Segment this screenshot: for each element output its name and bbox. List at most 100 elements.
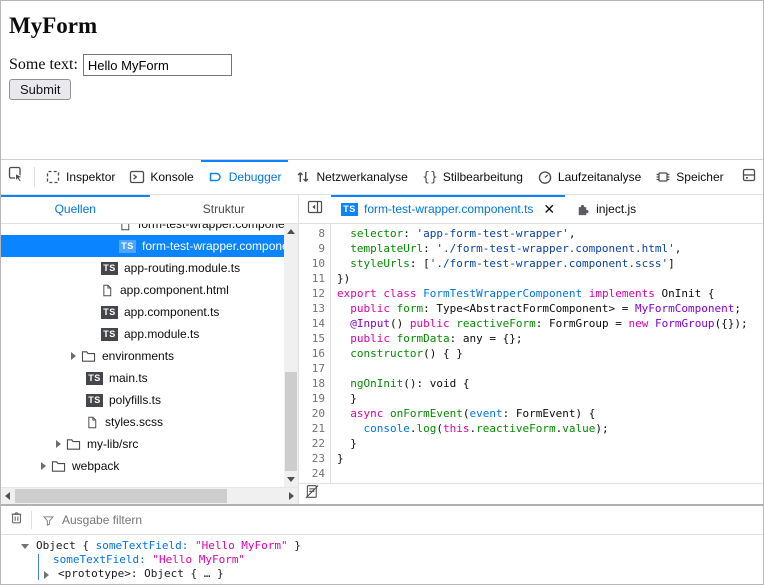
tree-horizontal-scrollbar[interactable] <box>1 487 298 504</box>
panel-tab-quellen[interactable]: Quellen <box>1 195 150 223</box>
line-number[interactable]: 10 <box>299 256 325 271</box>
editor-tab-inject-js[interactable]: inject.js <box>565 195 646 223</box>
code-line[interactable]: public formData: any = {}; <box>337 331 763 346</box>
tree-item-label: app-routing.module.ts <box>124 261 240 275</box>
toolbar-tab-netzwerkanalyse[interactable]: Netzwerkanalyse <box>288 160 414 194</box>
console-token: someTextField: <box>96 539 195 552</box>
submit-button[interactable]: Submit <box>9 79 71 100</box>
tree-item-styles-scss[interactable]: styles.scss <box>1 411 298 433</box>
code-line[interactable]: } <box>337 436 763 451</box>
code-token: FormGroup <box>655 317 715 330</box>
line-number[interactable]: 18 <box>299 376 325 391</box>
code-line[interactable]: @Input() public reactiveForm: FormGroup … <box>337 316 763 331</box>
tree-item-polyfills-ts[interactable]: TSpolyfills.ts <box>1 389 298 411</box>
code-line[interactable]: export class FormTestWrapperComponent im… <box>337 286 763 301</box>
chevron-down-icon[interactable] <box>21 544 29 549</box>
close-tab-icon[interactable]: ✕ <box>543 202 555 216</box>
line-number[interactable]: 24 <box>299 466 325 481</box>
line-number[interactable]: 15 <box>299 331 325 346</box>
tree-item-form-test-wrapper-component-ts[interactable]: TSform-test-wrapper.component.ts <box>1 235 298 257</box>
code-line[interactable]: }) <box>337 271 763 286</box>
tree-item-app-routing-module-ts[interactable]: TSapp-routing.module.ts <box>1 257 298 279</box>
console-output: Object { someTextField: "Hello MyForm" }… <box>1 535 763 584</box>
line-number[interactable]: 14 <box>299 316 325 331</box>
line-number[interactable]: 20 <box>299 406 325 421</box>
console-clear-button[interactable] <box>1 510 31 530</box>
chevron-right-icon[interactable] <box>56 440 61 448</box>
code-line[interactable]: ngOnInit(): void { <box>337 376 763 391</box>
tree-item-app-component-ts[interactable]: TSapp.component.ts <box>1 301 298 323</box>
scroll-down-arrow-icon[interactable] <box>287 477 295 482</box>
tree-item-label: form-test-wrapper.component.ts <box>142 239 298 253</box>
line-number[interactable]: 9 <box>299 241 325 256</box>
code-line[interactable]: async onFormEvent(event: FormEvent) { <box>337 406 763 421</box>
console-log-row[interactable]: someTextField: "Hello MyForm" <box>1 553 763 567</box>
line-number[interactable]: 17 <box>299 361 325 376</box>
code-line[interactable]: constructor() { } <box>337 346 763 361</box>
firefox-devtools-window: MyForm Some text: Submit InspektorKonsol… <box>0 0 764 585</box>
toolbar-tab-inspektor[interactable]: Inspektor <box>38 160 122 194</box>
line-number-gutter[interactable]: 89101112131415161718192021222324 <box>299 224 331 483</box>
code-token: constructor <box>350 347 423 360</box>
tree-item-app-component-html[interactable]: app.component.html <box>1 279 298 301</box>
editor-tab-form-test-wrapper[interactable]: TS form-test-wrapper.component.ts ✕ <box>331 195 565 223</box>
tree-item-main-ts[interactable]: TSmain.ts <box>1 367 298 389</box>
line-number[interactable]: 11 <box>299 271 325 286</box>
vertical-scrollbar-thumb[interactable] <box>285 372 297 471</box>
console-log-row[interactable]: Object { someTextField: "Hello MyForm" } <box>1 539 763 553</box>
line-number[interactable]: 23 <box>299 451 325 466</box>
code-line[interactable]: console.log(this.reactiveForm.value); <box>337 421 763 436</box>
blackbox-source-button[interactable] <box>305 484 320 504</box>
code-line[interactable]: selector: 'app-form-test-wrapper', <box>337 226 763 241</box>
tree-item-my-lib-src[interactable]: my-lib/src <box>1 433 298 455</box>
pick-element-icon <box>8 166 25 188</box>
tree-item-webpack[interactable]: webpack <box>1 455 298 477</box>
code-editor-area[interactable]: 89101112131415161718192021222324 selecto… <box>299 224 763 483</box>
pick-element-button[interactable] <box>1 160 31 194</box>
toolbar-tab-label: Inspektor <box>66 170 115 184</box>
code-token: }) <box>337 272 350 285</box>
code-token: templateUrl <box>350 242 423 255</box>
line-number[interactable]: 12 <box>299 286 325 301</box>
some-text-input[interactable] <box>83 54 232 76</box>
toolbar-tab-stilbearbeitung[interactable]: {}Stilbearbeitung <box>415 160 530 194</box>
code-line[interactable]: styleUrls: ['./form-test-wrapper.compone… <box>337 256 763 271</box>
line-number[interactable]: 8 <box>299 226 325 241</box>
line-number[interactable]: 21 <box>299 421 325 436</box>
toolbar-tab-konsole[interactable]: Konsole <box>122 160 200 194</box>
toolbar-tab-debugger[interactable]: Debugger <box>201 160 289 194</box>
console-log-row[interactable]: <prototype>: Object { … } <box>1 567 763 581</box>
horizontal-scrollbar-thumb[interactable] <box>15 489 227 503</box>
line-number[interactable]: 19 <box>299 391 325 406</box>
code-line[interactable] <box>337 466 763 481</box>
filter-funnel-icon <box>42 514 55 527</box>
code-line[interactable]: } <box>337 391 763 406</box>
line-number[interactable]: 16 <box>299 346 325 361</box>
code-token: ); <box>595 422 608 435</box>
toolbar-tab-laufzeitanalyse[interactable]: Laufzeitanalyse <box>530 160 648 194</box>
code-line[interactable]: templateUrl: './form-test-wrapper.compon… <box>337 241 763 256</box>
code-token: './form-test-wrapper.component.scss' <box>430 257 668 270</box>
chevron-right-icon[interactable] <box>71 352 76 360</box>
code-line[interactable]: public form: Type<AbstractFormComponent>… <box>337 301 763 316</box>
line-number[interactable]: 22 <box>299 436 325 451</box>
tree-item-environments[interactable]: environments <box>1 345 298 367</box>
tree-item-app-module-ts[interactable]: TSapp.module.ts <box>1 323 298 345</box>
scroll-right-arrow-icon[interactable] <box>289 492 294 500</box>
toolbar-tab-speicher[interactable]: Speicher <box>648 160 730 194</box>
code-token: public <box>350 332 390 345</box>
tree-item-form-test-wrapper-component-scss[interactable]: form-test-wrapper.component.scss <box>1 224 298 235</box>
scroll-up-arrow-icon[interactable] <box>287 229 295 234</box>
chevron-right-icon[interactable] <box>44 571 49 579</box>
tree-item-label: styles.scss <box>105 415 163 429</box>
split-panel-button[interactable] <box>741 167 757 188</box>
collapse-sources-button[interactable] <box>299 195 331 223</box>
panel-tab-struktur[interactable]: Struktur <box>150 195 299 223</box>
chevron-right-icon[interactable] <box>41 462 46 470</box>
line-number[interactable]: 13 <box>299 301 325 316</box>
console-filter-input[interactable]: Ausgabe filtern <box>42 513 142 527</box>
scroll-left-arrow-icon[interactable] <box>5 492 10 500</box>
code-line[interactable]: } <box>337 451 763 466</box>
code-line[interactable] <box>337 361 763 376</box>
tree-vertical-scrollbar[interactable] <box>284 224 298 487</box>
